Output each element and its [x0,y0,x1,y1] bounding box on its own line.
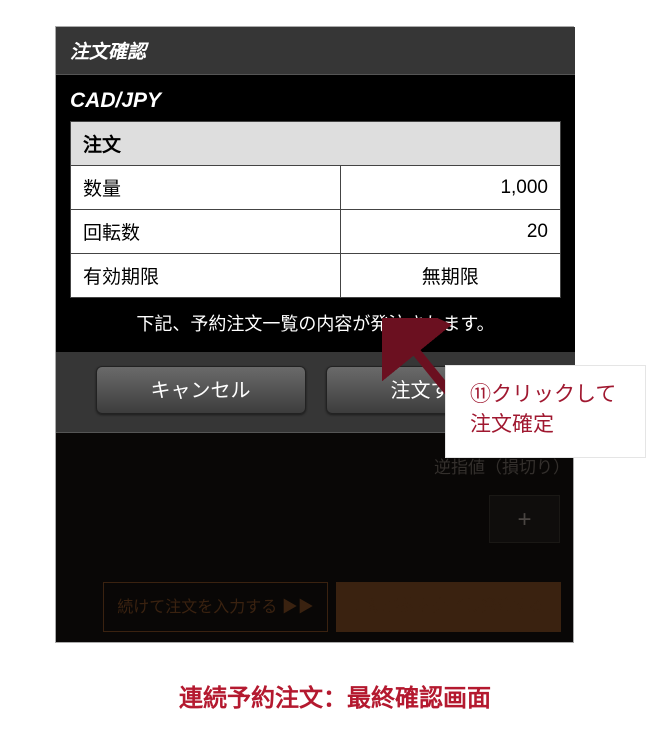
confirm-note: 下記、予約注文一覧の内容が発注されます。 [70,310,561,336]
bg-complete-button: 連続予約を完了し発注する [336,582,561,632]
table-row: 有効期限 無期限 [71,254,561,298]
table-row: 回転数 20 [71,210,561,254]
page-caption: 連続予約注文：最終確認画面 [0,678,670,713]
bg-continue-button: 続けて注文を入力する ▶▶ [103,582,328,632]
expiry-value: 無期限 [340,254,561,298]
qty-label: 数量 [71,166,341,210]
bg-plus-stepper: + [489,495,560,543]
table-row: 数量 1,000 [71,166,561,210]
qty-value: 1,000 [340,166,561,210]
rotation-label: 回転数 [71,210,341,254]
currency-pair: CAD/JPY [70,85,561,121]
rotation-value: 20 [340,210,561,254]
app-frame: 売買 指値 69.800 無期限 逆指値（損切り） + 続けて注文を入力する ▶… [55,26,574,643]
annotation-number: ⑪ [470,380,491,410]
modal-body: CAD/JPY 注文 数量 1,000 回転数 20 有効期限 無期限 下記、予… [56,75,575,352]
modal-title: 注文確認 [56,27,575,75]
order-table-header: 注文 [71,122,561,166]
expiry-label: 有効期限 [71,254,341,298]
order-table: 注文 数量 1,000 回転数 20 有効期限 無期限 [70,121,561,298]
annotation-line2: 注文確定 [470,413,554,436]
annotation-line1: クリックして [491,383,616,406]
cancel-button[interactable]: キャンセル [96,366,306,414]
annotation-callout: ⑪クリックして 注文確定 [445,365,646,458]
